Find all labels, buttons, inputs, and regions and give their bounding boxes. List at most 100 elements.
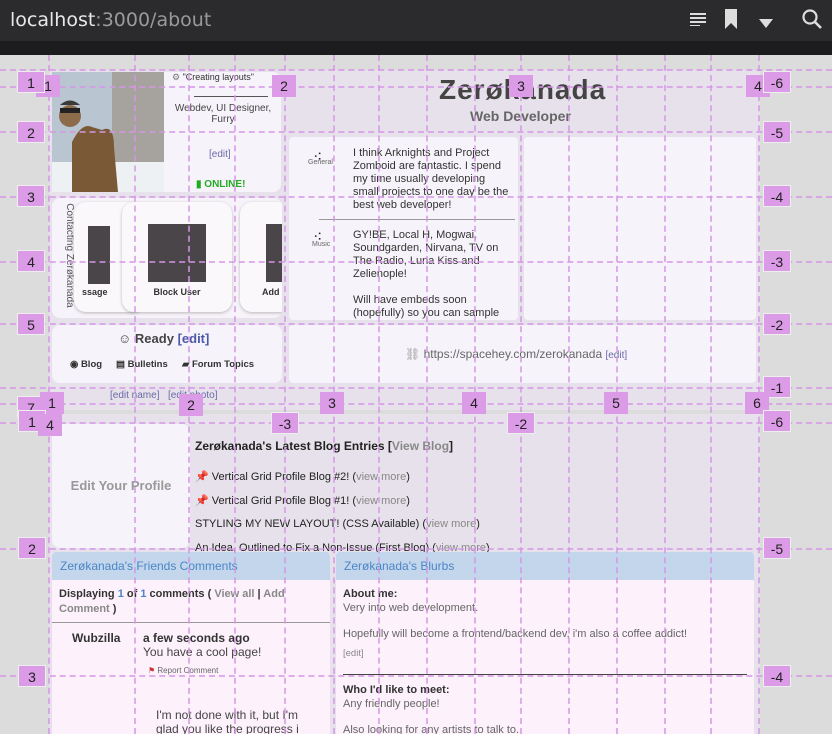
comment-body: You have a cool page! [143,645,262,659]
blurbs-header: Zerøkanada's Blurbs [336,552,754,580]
grid-label: 3 [17,185,45,207]
grid-label: -6 [763,410,791,432]
status-line: ☺ Ready [edit] [118,331,210,346]
grid-label: -6 [763,71,791,93]
grid-line [710,55,712,734]
empty-panel [524,137,756,320]
grid-label: -4 [763,185,791,207]
grid-line [134,55,136,734]
grid-label: 3 [320,392,344,414]
profile-url[interactable]: ⛓ https://spacehey.com/zerokanada [edit] [405,347,627,361]
grid-line [0,422,832,424]
add-label: Add [262,287,280,297]
comments-header: Zerøkanada's Friends Comments [52,552,330,580]
dropdown-icon[interactable] [759,15,773,33]
toolbar-shadow [0,41,832,55]
pin-icon: 📌 [195,495,209,507]
bulletins-link[interactable]: ▤ Bulletins [116,359,168,370]
about-line-2: Hopefully will become a frontend/backend… [343,628,688,640]
person-icon: ▮ [196,179,202,190]
message-label: ssage [82,287,108,297]
grid-line [0,675,832,677]
grid-line [568,55,570,734]
search-icon[interactable] [802,9,822,34]
grid-label: -5 [763,121,791,143]
grid-label: 3 [18,665,46,687]
roles-text: Webdev, UI Designer, Furry [174,103,272,125]
grid-line [378,55,380,734]
about-title: About me: [343,588,398,600]
grid-label: -5 [763,537,791,559]
grid-label: 2 [272,75,296,97]
interest-general-label: General [308,159,333,166]
blurbs-panel: Zerøkanada's Blurbs About me: Very into … [336,552,754,734]
block-user-label: Block User [153,287,201,297]
grid-label: 2 [17,121,45,143]
grid-line [0,261,832,263]
pin-icon: 📌 [195,471,209,483]
comments-panel: Zerøkanada's Friends Comments Displaying… [52,552,330,734]
add-friend-card[interactable]: Add [240,202,282,312]
grid-line [0,196,832,198]
address-bar[interactable]: localhost:3000/about [10,9,211,31]
grid-line [0,86,832,88]
bookmark-icon[interactable] [725,9,737,34]
grid-line [0,403,832,405]
comment-author[interactable]: Wubzilla [72,631,120,645]
rss-icon: ◉ [70,359,79,370]
grid-label: 3 [509,75,533,97]
grid-line [234,55,236,734]
block-icon [148,224,206,282]
url-host: localhost [10,9,96,31]
interest-general-text: I think Arknights and Project Zomboid ar… [353,147,509,211]
grid-label: 4 [38,414,62,436]
grid-line [0,548,832,550]
grid-label: 1 [17,71,45,93]
divider [194,96,268,97]
grid-label: 5 [604,392,628,414]
view-blog-link[interactable]: View Blog [392,439,449,453]
status-edit-link[interactable]: [edit] [178,331,210,346]
grid-label: 4 [462,392,486,414]
add-icon [266,224,282,282]
meet-title: Who I'd like to meet: [343,684,450,696]
report-icon: ⚑ [148,666,156,675]
grid-label: 5 [17,313,45,335]
grid-label: 2 [18,537,46,559]
blog-link[interactable]: ◉ Blog [70,359,102,370]
status-panel: ☺ Ready [edit] ◉ Blog ▤ Bulletins ▰ Foru… [52,325,282,383]
grid-line [0,323,832,325]
grid-line [0,387,832,389]
grid-label: -3 [271,412,299,434]
browser-toolbar: localhost:3000/about [0,0,832,41]
online-status: ▮ ONLINE! [196,179,246,190]
blurbs-edit-link[interactable]: [edit] [343,648,364,659]
url-panel: ⛓ https://spacehey.com/zerokanada [edit] [289,325,756,383]
url-path: :3000/about [95,9,212,31]
smile-icon: ☺ [118,331,132,346]
grid-line [0,69,832,71]
meet-line-2: Also looking for any artists to talk to. [343,724,520,734]
reader-icon[interactable] [690,10,706,31]
grid-line [664,55,666,734]
grid-label: 4 [17,250,45,272]
blog-entry[interactable]: STYLING MY NEW LAYOUT! (CSS Available) (… [195,518,480,530]
interests-divider [319,219,515,220]
document-icon: ▤ [116,359,125,370]
contacting-panel: Contacting Zerøkanada ssage Block User A… [52,198,282,318]
block-user-card[interactable]: Block User [122,202,232,312]
grid-line [426,55,428,734]
interest-music-text-2: Will have embeds soon (hopefully) so you… [353,294,500,319]
edit-profile-button[interactable]: Edit Your Profile [52,424,190,548]
grid-line [520,55,522,734]
blog-entry[interactable]: An Idea, Outlined to Fix a Non-Issue (Fi… [195,542,490,552]
forum-topics-link[interactable]: ▰ Forum Topics [182,359,254,370]
grid-label: 2 [179,394,203,416]
grid-label: -2 [763,313,791,335]
report-comment-link[interactable]: ⚑ Report Comment [148,666,218,675]
grid-line [284,55,286,734]
message-icon [88,226,110,284]
grid-line [0,131,832,133]
grid-label: -2 [507,412,535,434]
roles-edit-link[interactable]: [edit] [209,149,231,160]
